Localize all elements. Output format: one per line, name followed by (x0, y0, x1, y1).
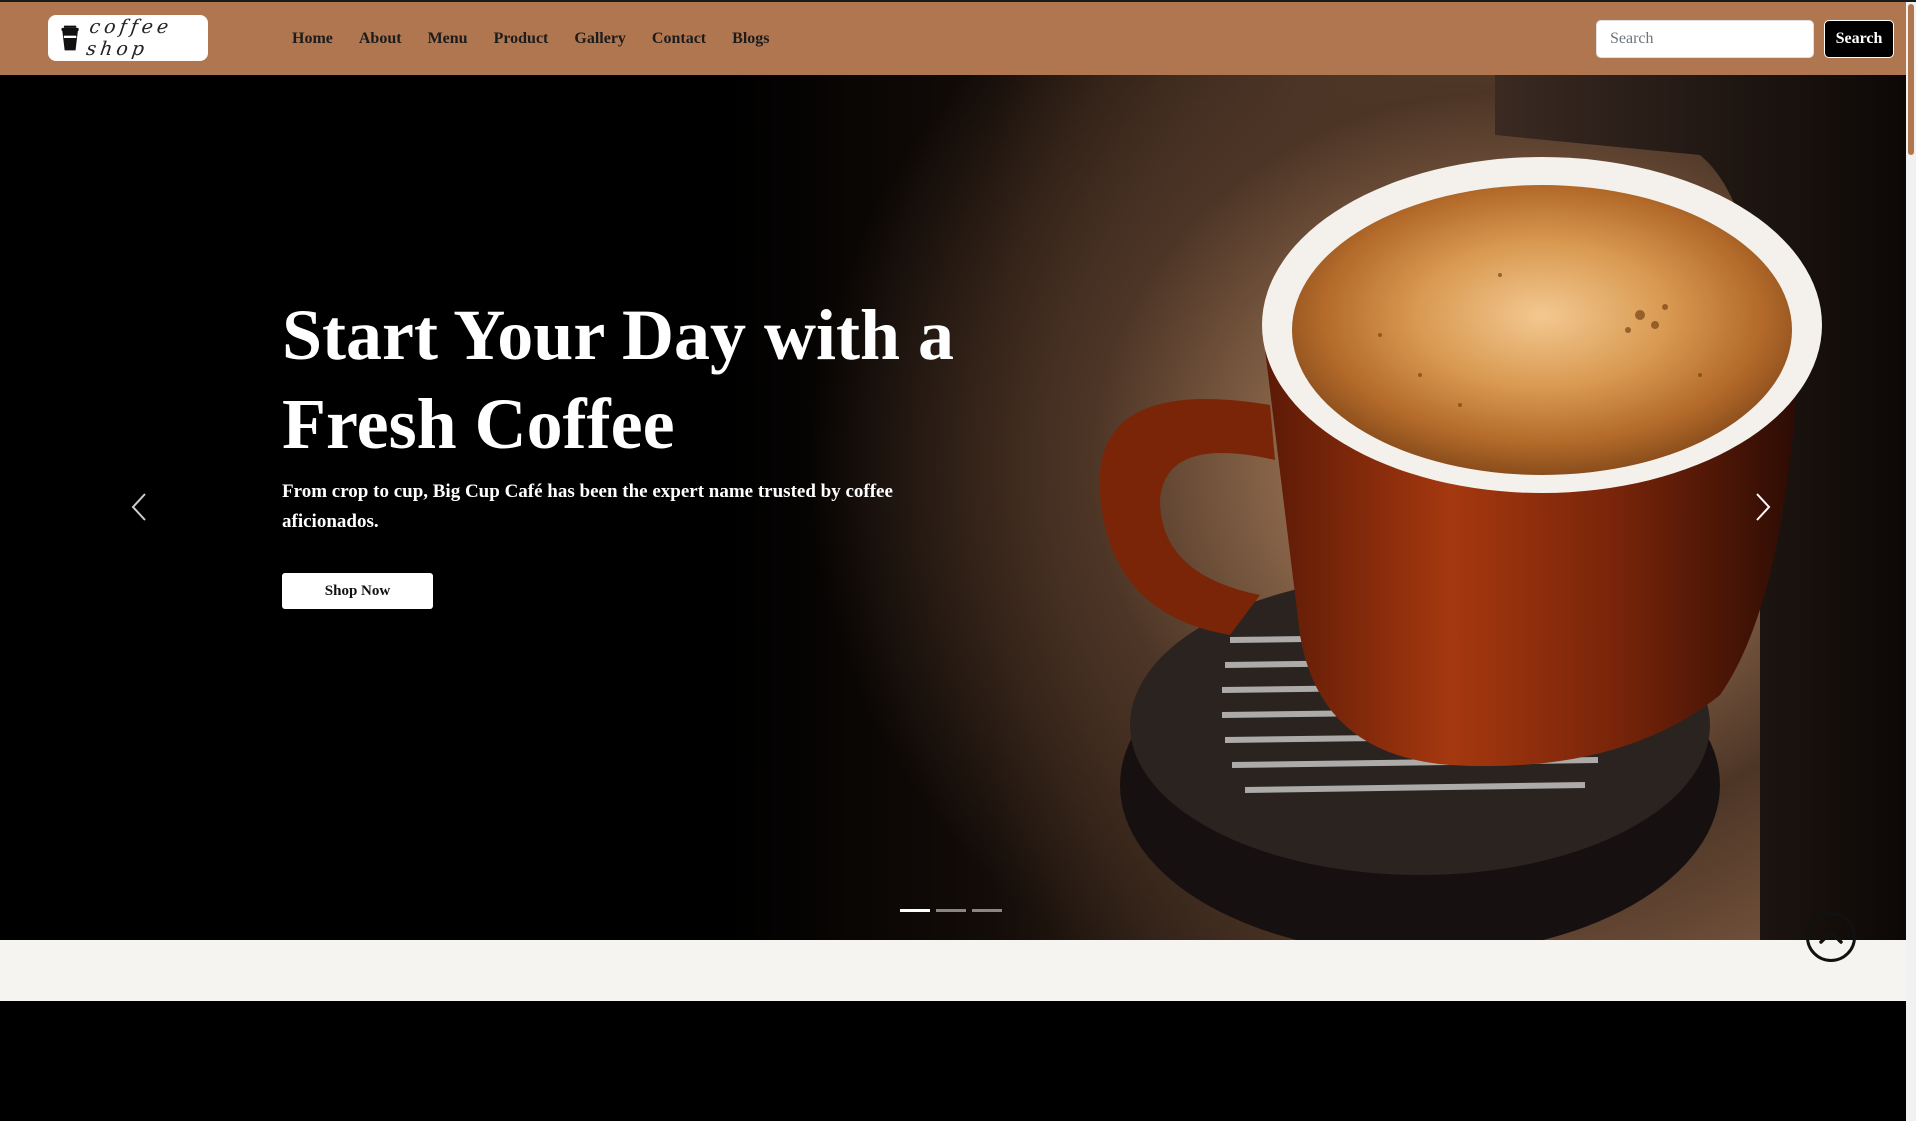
nav-home[interactable]: Home (292, 30, 333, 48)
logo-text: coffee shop (85, 16, 174, 60)
carousel-indicator-3[interactable] (972, 909, 1002, 912)
scrollbar-thumb[interactable] (1908, 4, 1914, 155)
carousel-indicator-2[interactable] (936, 909, 966, 912)
hero-title: Start Your Day with a Fresh Coffee (282, 295, 955, 464)
carousel-indicator-1[interactable] (900, 909, 930, 912)
hero-carousel: Start Your Day with a Fresh Coffee From … (0, 75, 1906, 940)
nav-gallery[interactable]: Gallery (574, 30, 626, 48)
nav-about[interactable]: About (359, 30, 402, 48)
nav-product[interactable]: Product (494, 30, 549, 48)
footer-band (0, 1001, 1906, 1121)
nav-menu-link[interactable]: Menu (428, 30, 468, 48)
section-band (0, 940, 1906, 1001)
navbar: coffee shop Home About Menu Product Gall… (0, 2, 1906, 75)
shop-now-button[interactable]: Shop Now (282, 573, 433, 609)
chevron-right-icon[interactable] (1752, 490, 1774, 524)
brand-logo[interactable]: coffee shop (48, 15, 208, 61)
search-button[interactable]: Search (1824, 20, 1894, 58)
nav-blogs[interactable]: Blogs (732, 30, 769, 48)
scroll-to-top-button[interactable] (1806, 912, 1856, 962)
hero-subtitle: From crop to cup, Big Cup Café has been … (282, 481, 893, 532)
chevron-left-icon[interactable] (128, 490, 150, 524)
search-input[interactable] (1596, 20, 1814, 58)
nav-menu: Home About Menu Product Gallery Contact … (292, 2, 795, 75)
scrollbar-track[interactable] (1906, 2, 1916, 1121)
chevron-up-icon (1819, 930, 1843, 944)
coffee-cup-icon (61, 25, 79, 51)
nav-contact[interactable]: Contact (652, 30, 706, 48)
carousel-indicators (900, 909, 1008, 912)
